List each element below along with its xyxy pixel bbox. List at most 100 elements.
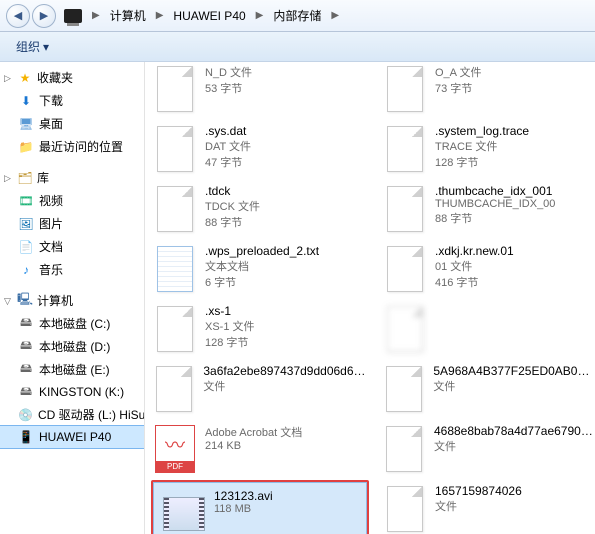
file-size: 416 字节	[435, 274, 514, 290]
tree-label: 视频	[39, 192, 63, 209]
file-icon	[157, 126, 193, 172]
caret-collapsed-icon: ▷	[4, 173, 13, 182]
tree-label: 文档	[39, 238, 63, 255]
file-item[interactable]: 〰PDFAdobe Acrobat 文档214 KB	[145, 418, 375, 478]
sidebar: ▷ ★ 收藏夹 ⬇下载 🖥桌面 📁最近访问的位置 ▷ 🗂 库 🎞 视频 🖼图片 📄…	[0, 62, 145, 534]
file-size: 128 字节	[435, 154, 529, 170]
tree-item-downloads[interactable]: ⬇下载	[0, 89, 144, 112]
breadcrumb: ◀ ▶ ▶ 计算机 ▶ HUAWEI P40 ▶ 内部存储 ▶	[0, 0, 595, 32]
tree-item-recent[interactable]: 📁最近访问的位置	[0, 135, 144, 158]
file-item[interactable]: .thumbcache_idx_001THUMBCACHE_IDX_0088 字…	[375, 178, 595, 238]
desktop-icon: 🖥	[18, 116, 34, 132]
breadcrumb-computer[interactable]: 计算机	[104, 3, 152, 28]
organize-menu[interactable]: 组织 ▾	[8, 34, 57, 59]
file-item[interactable]: .xdkj.kr.new.0101 文件416 字节	[375, 238, 595, 298]
tree-item-pictures[interactable]: 🖼图片	[0, 212, 144, 235]
tree-label: CD 驱动器 (L:) HiSu	[38, 406, 145, 423]
file-item[interactable]: .xs-1XS-1 文件128 字节	[145, 298, 375, 358]
file-size: 53 字节	[205, 80, 252, 96]
file-type: N_D 文件	[205, 64, 252, 80]
video-icon: 🎞	[18, 193, 34, 209]
tree-item-music[interactable]: ♪ 音乐	[0, 258, 144, 281]
file-type: 文件	[433, 378, 595, 394]
video-file-icon	[163, 497, 205, 531]
toolbar: 组织 ▾	[0, 32, 595, 62]
tree-item-drive-e[interactable]: 🖴 本地磁盘 (E:)	[0, 358, 144, 381]
music-icon: ♪	[18, 262, 34, 278]
nav-back-button[interactable]: ◀	[6, 4, 30, 28]
tree-head-libraries[interactable]: ▷ 🗂 库	[0, 166, 144, 189]
tree-item-cd-drive[interactable]: 💿CD 驱动器 (L:) HiSu	[0, 403, 144, 426]
file-pane[interactable]: N_D 文件53 字节.sys.datDAT 文件47 字节.tdckTDCK …	[145, 62, 595, 534]
file-item[interactable]: .wps_preloaded_2.txt文本文档6 字节	[145, 238, 375, 298]
file-item[interactable]: .tdckTDCK 文件88 字节	[145, 178, 375, 238]
caret-collapsed-icon: ▷	[4, 73, 13, 82]
tree-libraries: ▷ 🗂 库 🎞 视频 🖼图片 📄 文档 ♪ 音乐	[0, 166, 144, 281]
tree-label: 本地磁盘 (C:)	[39, 315, 110, 332]
highlighted-file: 123123.avi118 MB	[151, 480, 369, 534]
computer-icon: 🖳	[17, 293, 33, 309]
tree-favorites: ▷ ★ 收藏夹 ⬇下载 🖥桌面 📁最近访问的位置	[0, 66, 144, 158]
file-size: 88 字节	[435, 210, 555, 226]
file-type: XS-1 文件	[205, 318, 255, 334]
tree-label: HUAWEI P40	[39, 430, 111, 444]
file-name: .tdck	[205, 184, 260, 198]
download-icon: ⬇	[18, 93, 34, 109]
file-item[interactable]: 3a6fa2ebe897437d9dd06d6d82f95e601文件	[145, 358, 375, 418]
file-name: 4688e8bab78a4d77ae6790e61	[434, 424, 595, 438]
file-icon	[157, 66, 193, 112]
device-icon	[64, 9, 82, 23]
file-icon	[156, 366, 192, 412]
file-name: 3a6fa2ebe897437d9dd06d6d82f95e601	[203, 364, 367, 378]
file-item[interactable]: 5A968A4B377F25ED0AB0CEE31文件	[375, 358, 595, 418]
file-item[interactable]: .system_log.traceTRACE 文件128 字节	[375, 118, 595, 178]
file-type: 118 MB	[214, 503, 273, 515]
tree-item-videos[interactable]: 🎞 视频	[0, 189, 144, 212]
tree-label: 最近访问的位置	[39, 138, 123, 155]
tree-item-documents[interactable]: 📄 文档	[0, 235, 144, 258]
star-icon: ★	[17, 70, 33, 86]
tree-label: 音乐	[39, 261, 63, 278]
file-item[interactable]: O_A 文件73 字节	[375, 62, 595, 118]
nav-forward-button[interactable]: ▶	[32, 4, 56, 28]
chevron-right-icon: ▶	[252, 10, 268, 21]
tree-item-phone[interactable]: 📱 HUAWEI P40	[0, 426, 144, 448]
tree-label: 本地磁盘 (E:)	[39, 361, 110, 378]
tree-head-computer[interactable]: ▽ 🖳 计算机	[0, 289, 144, 312]
file-type: DAT 文件	[205, 138, 251, 154]
tree-label: 计算机	[37, 292, 73, 309]
main-area: ▷ ★ 收藏夹 ⬇下载 🖥桌面 📁最近访问的位置 ▷ 🗂 库 🎞 视频 🖼图片 📄…	[0, 62, 595, 534]
file-name: .system_log.trace	[435, 124, 529, 138]
tree-item-drive-c[interactable]: 🖴本地磁盘 (C:)	[0, 312, 144, 335]
file-type: 文件	[435, 498, 522, 514]
tree-label: 库	[37, 169, 49, 186]
breadcrumb-root[interactable]	[58, 5, 88, 27]
file-item[interactable]: N_D 文件53 字节	[145, 62, 375, 118]
file-type: 文件	[203, 378, 367, 394]
tree-item-drive-d[interactable]: 🖴本地磁盘 (D:)	[0, 335, 144, 358]
file-type: O_A 文件	[435, 64, 481, 80]
tree-label: 本地磁盘 (D:)	[39, 338, 110, 355]
breadcrumb-storage[interactable]: 内部存储	[267, 3, 327, 28]
file-item[interactable]: 4688e8bab78a4d77ae6790e61文件	[375, 418, 595, 478]
chevron-right-icon: ▶	[327, 10, 343, 21]
file-item[interactable]	[375, 298, 595, 358]
pdf-icon: 〰PDF	[155, 425, 195, 473]
hdd-icon: 🖴	[18, 362, 34, 378]
file-item[interactable]: 1657159874026文件	[375, 478, 595, 534]
file-type: TRACE 文件	[435, 138, 529, 154]
usb-icon: 🖴	[18, 384, 34, 400]
library-icon: 🗂	[17, 170, 33, 186]
breadcrumb-device[interactable]: HUAWEI P40	[167, 5, 251, 27]
tree-item-drive-k[interactable]: 🖴KINGSTON (K:)	[0, 381, 144, 403]
file-size: 73 字节	[435, 80, 481, 96]
file-name: .thumbcache_idx_001	[435, 184, 555, 198]
file-item[interactable]: 123123.avi118 MB	[153, 482, 367, 534]
phone-icon: 📱	[18, 429, 34, 445]
file-item[interactable]: .sys.datDAT 文件47 字节	[145, 118, 375, 178]
document-icon: 📄	[18, 239, 34, 255]
file-name: 1657159874026	[435, 484, 522, 498]
file-size: 47 字节	[205, 154, 251, 170]
tree-head-favorites[interactable]: ▷ ★ 收藏夹	[0, 66, 144, 89]
tree-item-desktop[interactable]: 🖥桌面	[0, 112, 144, 135]
